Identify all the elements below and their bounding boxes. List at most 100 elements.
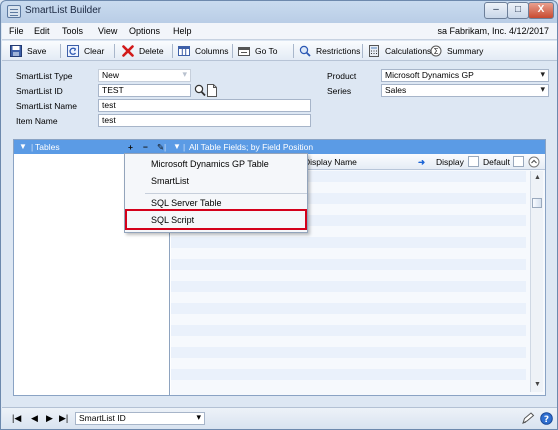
calculations-label: Calculations (385, 45, 432, 56)
help-icon[interactable]: ? (540, 412, 553, 425)
menu-item-smartlist[interactable]: SmartList (151, 176, 189, 186)
menu-help[interactable]: Help (173, 26, 192, 36)
next-record-button[interactable]: ▶ (46, 413, 53, 424)
move-right-arrow-icon[interactable]: ➜ (418, 157, 425, 168)
columns-label: Columns (195, 45, 229, 56)
svg-text:?: ? (544, 415, 549, 425)
add-table-menu: Microsoft Dynamics GP Table SmartList SQ… (124, 153, 308, 233)
toolbar-separator (293, 44, 294, 58)
calculations-button[interactable]: Calculations (368, 43, 431, 58)
default-checkbox[interactable] (513, 156, 524, 167)
display-checkbox[interactable] (468, 156, 479, 167)
table-row[interactable] (171, 292, 526, 303)
note-pencil-icon[interactable] (522, 412, 536, 425)
table-row[interactable] (171, 270, 526, 281)
toolbar-separator (362, 44, 363, 58)
smartlist-type-label: SmartList Type (16, 71, 73, 81)
remove-table-button[interactable]: − (143, 142, 148, 152)
table-row[interactable] (171, 237, 526, 248)
table-row[interactable] (171, 369, 526, 380)
collapse-up-icon[interactable] (528, 156, 540, 168)
smartlist-id-field[interactable]: TEST (98, 84, 191, 97)
table-row[interactable] (171, 380, 526, 391)
toolbar-separator (232, 44, 233, 58)
summary-sigma-icon: Σ (430, 45, 442, 56)
toolbar: Save Clear Delete Columns Go To Restrict… (2, 41, 557, 61)
header-separator: | (183, 142, 186, 152)
toolbar-separator (60, 44, 61, 58)
sql-script-highlight-box (125, 209, 307, 230)
goto-label: Go To (255, 45, 278, 56)
toolbar-separator (114, 44, 115, 58)
add-table-button[interactable]: + (128, 142, 133, 152)
scroll-down-icon[interactable]: ▼ (532, 379, 543, 390)
last-record-button[interactable]: ▶| (59, 413, 68, 424)
table-row[interactable] (171, 325, 526, 336)
table-row[interactable] (171, 358, 526, 369)
status-bar: |◀ ◀ ▶ ▶| SmartList ID ? (2, 407, 557, 429)
vertical-scrollbar[interactable]: ▲ ▼ (530, 171, 543, 392)
minimize-button[interactable]: – (484, 2, 508, 19)
restrictions-label: Restrictions (316, 45, 361, 56)
window-title: SmartList Builder (25, 5, 102, 16)
save-button[interactable]: Save (10, 43, 46, 58)
table-row[interactable] (171, 336, 526, 347)
scroll-thumb[interactable] (532, 198, 542, 208)
note-icon[interactable] (207, 84, 217, 97)
save-icon (10, 44, 22, 57)
table-row[interactable] (171, 303, 526, 314)
fields-expand-icon[interactable]: ▼ (173, 142, 181, 151)
col-default[interactable]: Default (483, 157, 510, 167)
smartlist-type-dropdown[interactable]: New (98, 69, 191, 82)
table-row[interactable] (171, 259, 526, 270)
user-company-date: sa Fabrikam, Inc. 4/12/2017 (437, 26, 549, 36)
col-display[interactable]: Display (436, 157, 464, 167)
table-row[interactable] (171, 248, 526, 259)
menu-separator (145, 193, 307, 194)
save-label: Save (27, 45, 47, 56)
table-row[interactable] (171, 347, 526, 358)
col-display-name[interactable]: Display Name (304, 157, 357, 167)
product-dropdown[interactable]: Microsoft Dynamics GP (381, 69, 549, 82)
tables-expand-icon[interactable]: ▼ (19, 142, 27, 151)
table-row[interactable] (171, 314, 526, 325)
columns-button[interactable]: Columns (178, 43, 229, 58)
restrictions-icon (299, 45, 311, 57)
smartlist-name-field[interactable]: test (98, 99, 311, 112)
smartlist-builder-window: SmartList Builder – □ X File Edit Tools … (0, 0, 558, 430)
series-dropdown[interactable]: Sales (381, 84, 549, 97)
browse-sort-dropdown[interactable]: SmartList ID (75, 412, 205, 425)
previous-record-button[interactable]: ◀ (31, 413, 38, 424)
restrictions-button[interactable]: Restrictions (299, 43, 360, 58)
menu-edit[interactable]: Edit (34, 26, 50, 36)
menu-item-gp-table[interactable]: Microsoft Dynamics GP Table (151, 159, 269, 169)
menu-tools[interactable]: Tools (62, 26, 83, 36)
maximize-button[interactable]: □ (507, 2, 529, 19)
first-record-button[interactable]: |◀ (12, 413, 21, 424)
scroll-up-icon[interactable]: ▲ (532, 172, 543, 183)
summary-button[interactable]: Σ Summary (430, 43, 483, 58)
header-separator: | (164, 142, 167, 152)
goto-button[interactable]: Go To (238, 43, 278, 58)
lookup-magnifier-icon[interactable] (194, 84, 206, 97)
item-name-label: Item Name (16, 116, 58, 126)
delete-button[interactable]: Delete (122, 43, 164, 58)
clear-button[interactable]: Clear (67, 43, 104, 58)
item-name-field[interactable]: test (98, 114, 311, 127)
series-label: Series (327, 86, 352, 96)
product-label: Product (327, 71, 357, 81)
panel-header: ▼ | Tables + − ✎ | ▼ | All Table Fields;… (14, 140, 545, 154)
menu-bar: File Edit Tools View Options Help sa Fab… (2, 23, 557, 40)
summary-label: Summary (447, 45, 484, 56)
menu-item-sql-server-table[interactable]: SQL Server Table (151, 198, 222, 208)
goto-icon (238, 46, 250, 56)
menu-view[interactable]: View (98, 26, 117, 36)
close-button[interactable]: X (528, 2, 554, 19)
app-icon (7, 5, 21, 18)
table-row[interactable] (171, 281, 526, 292)
svg-text:Σ: Σ (433, 47, 438, 56)
calculator-icon (369, 44, 379, 57)
smartlist-id-label: SmartList ID (16, 86, 63, 96)
menu-file[interactable]: File (9, 26, 24, 36)
menu-options[interactable]: Options (129, 26, 160, 36)
